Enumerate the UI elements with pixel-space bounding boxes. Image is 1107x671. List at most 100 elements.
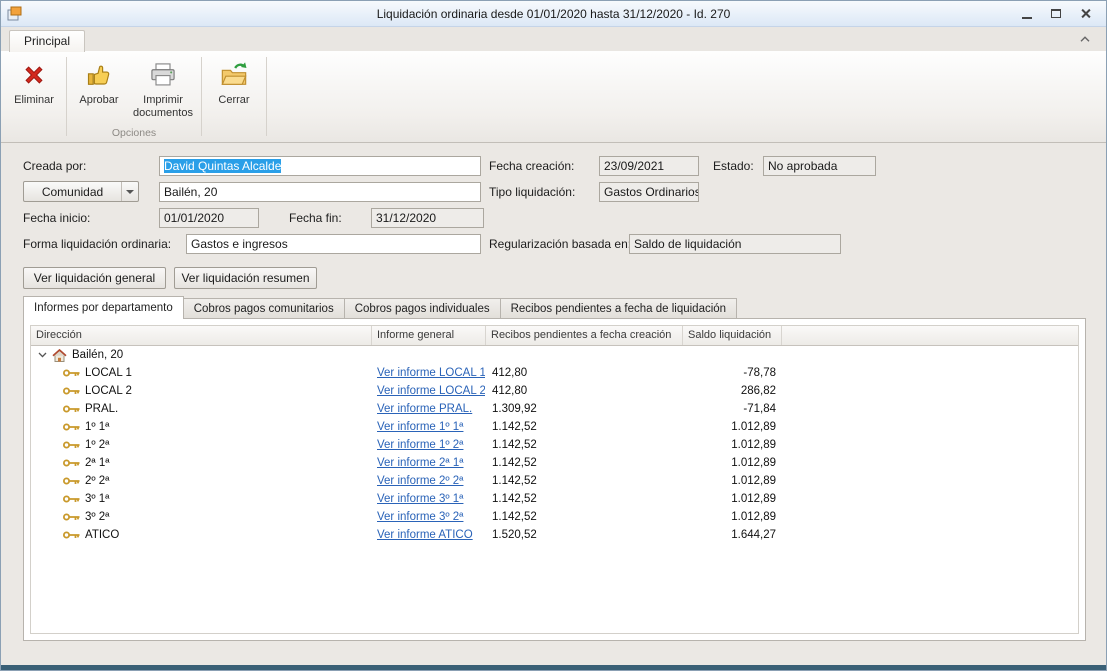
key-icon bbox=[63, 422, 80, 432]
ver-informe-link[interactable]: Ver informe PRAL. bbox=[377, 403, 472, 415]
client-area: Creada por: David Quintas Alcalde Fecha … bbox=[1, 143, 1106, 665]
window-title: Liquidación ordinaria desde 01/01/2020 h… bbox=[1, 7, 1106, 21]
fecha-fin-field[interactable]: 31/12/2020 bbox=[371, 208, 484, 228]
imprimir-documentos-label: Imprimir documentos bbox=[128, 94, 198, 119]
restore-icon bbox=[1051, 9, 1061, 18]
department-label: LOCAL 1 bbox=[85, 367, 132, 379]
table-row[interactable]: ATICO Ver informe ATICO 1.520,52 1.644,2… bbox=[31, 526, 1078, 544]
table-row[interactable]: 3º 1ª Ver informe 3º 1ª 1.142,52 1.012,8… bbox=[31, 490, 1078, 508]
building-icon bbox=[52, 349, 67, 362]
comunidad-button[interactable]: Comunidad bbox=[23, 181, 139, 202]
ribbon: Eliminar Aprobar Imprimir documentos bbox=[1, 51, 1106, 143]
department-label: 2º 2ª bbox=[85, 475, 109, 487]
delete-icon bbox=[20, 59, 48, 91]
approve-thumbs-up-icon bbox=[85, 59, 113, 91]
column-saldo-liquidacion[interactable]: Saldo liquidación bbox=[683, 326, 782, 345]
estado-field[interactable]: No aprobada bbox=[763, 156, 876, 176]
key-icon bbox=[63, 404, 80, 414]
key-icon bbox=[63, 530, 80, 540]
recibos-value: 1.142,52 bbox=[486, 439, 683, 451]
ver-informe-link[interactable]: Ver informe 3º 1ª bbox=[377, 493, 463, 505]
ver-informe-link[interactable]: Ver informe 1º 2ª bbox=[377, 439, 463, 451]
eliminar-button[interactable]: Eliminar bbox=[5, 53, 63, 127]
table-row[interactable]: 1º 2ª Ver informe 1º 2ª 1.142,52 1.012,8… bbox=[31, 436, 1078, 454]
detail-panel: Dirección Informe general Recibos pendie… bbox=[23, 318, 1086, 641]
table-row[interactable]: 2º 2ª Ver informe 2º 2ª 1.142,52 1.012,8… bbox=[31, 472, 1078, 490]
ver-informe-link[interactable]: Ver informe 2ª 1ª bbox=[377, 457, 464, 469]
regularizacion-label: Regularización basada en: bbox=[489, 234, 631, 254]
table-row[interactable]: 1º 1ª Ver informe 1º 1ª 1.142,52 1.012,8… bbox=[31, 418, 1078, 436]
table-row[interactable]: 3º 2ª Ver informe 3º 2ª 1.142,52 1.012,8… bbox=[31, 508, 1078, 526]
tab-cobros-pagos-individuales[interactable]: Cobros pagos individuales bbox=[344, 298, 501, 319]
forma-liquidacion-label: Forma liquidación ordinaria: bbox=[23, 234, 171, 254]
ribbon-collapse-button[interactable] bbox=[1074, 32, 1096, 47]
tab-cobros-pagos-comunitarios[interactable]: Cobros pagos comunitarios bbox=[183, 298, 345, 319]
comunidad-dropdown[interactable] bbox=[121, 182, 138, 201]
column-direccion[interactable]: Dirección bbox=[31, 326, 372, 345]
aprobar-button[interactable]: Aprobar bbox=[70, 53, 128, 127]
ver-informe-link[interactable]: Ver informe LOCAL 1 bbox=[377, 367, 486, 379]
department-label: 1º 2ª bbox=[85, 439, 109, 451]
table-row[interactable]: PRAL. Ver informe PRAL. 1.309,92 -71,84 bbox=[31, 400, 1078, 418]
table-row[interactable]: 2ª 1ª Ver informe 2ª 1ª 1.142,52 1.012,8… bbox=[31, 454, 1078, 472]
creada-por-field[interactable]: David Quintas Alcalde bbox=[159, 156, 481, 176]
recibos-value: 1.520,52 bbox=[486, 529, 683, 541]
tab-informes-por-departamento[interactable]: Informes por departamento bbox=[23, 296, 184, 319]
recibos-value: 1.142,52 bbox=[486, 421, 683, 433]
cerrar-label: Cerrar bbox=[218, 94, 249, 107]
ver-liquidacion-general-button[interactable]: Ver liquidación general bbox=[23, 267, 166, 289]
ver-informe-link[interactable]: Ver informe LOCAL 2 bbox=[377, 385, 486, 397]
creada-por-label: Creada por: bbox=[23, 156, 86, 176]
key-icon bbox=[63, 440, 80, 450]
expand-chevron-icon[interactable] bbox=[38, 352, 47, 358]
eliminar-label: Eliminar bbox=[14, 94, 54, 107]
saldo-value: 1.012,89 bbox=[683, 511, 782, 523]
comunidad-field[interactable]: Bailén, 20 bbox=[159, 182, 481, 202]
creada-por-value: David Quintas Alcalde bbox=[164, 159, 281, 173]
regularizacion-field[interactable]: Saldo de liquidación bbox=[629, 234, 841, 254]
tipo-liquidacion-field[interactable]: Gastos Ordinarios bbox=[599, 182, 699, 202]
saldo-value: 1.012,89 bbox=[683, 439, 782, 451]
recibos-value: 412,80 bbox=[486, 385, 683, 397]
tab-recibos-pendientes[interactable]: Recibos pendientes a fecha de liquidació… bbox=[500, 298, 737, 319]
table-row[interactable]: LOCAL 2 Ver informe LOCAL 2 412,80 286,8… bbox=[31, 382, 1078, 400]
key-icon bbox=[63, 368, 80, 378]
close-icon bbox=[1080, 8, 1091, 19]
column-informe-general[interactable]: Informe general bbox=[372, 326, 486, 345]
close-button[interactable] bbox=[1072, 5, 1098, 23]
ribbon-separator bbox=[266, 57, 267, 136]
ver-informe-link[interactable]: Ver informe 2º 2ª bbox=[377, 475, 463, 487]
tipo-liquidacion-label: Tipo liquidación: bbox=[489, 182, 575, 202]
saldo-value: -78,78 bbox=[683, 367, 782, 379]
titlebar: Liquidación ordinaria desde 01/01/2020 h… bbox=[1, 1, 1106, 27]
department-label: 2ª 1ª bbox=[85, 457, 110, 469]
ribbon-group-opciones: Aprobar Imprimir documentos Opciones bbox=[70, 53, 198, 142]
recibos-value: 412,80 bbox=[486, 367, 683, 379]
recibos-value: 1.142,52 bbox=[486, 475, 683, 487]
fecha-inicio-field[interactable]: 01/01/2020 bbox=[159, 208, 259, 228]
ver-informe-link[interactable]: Ver informe 3º 2ª bbox=[377, 511, 463, 523]
recibos-value: 1.142,52 bbox=[486, 457, 683, 469]
chevron-down-icon bbox=[126, 190, 134, 194]
cerrar-button[interactable]: Cerrar bbox=[205, 53, 263, 127]
fecha-creacion-field[interactable]: 23/09/2021 bbox=[599, 156, 699, 176]
department-label: 3º 2ª bbox=[85, 511, 109, 523]
key-icon bbox=[63, 386, 80, 396]
saldo-value: 1.012,89 bbox=[683, 493, 782, 505]
saldo-value: 1.012,89 bbox=[683, 475, 782, 487]
ver-liquidacion-resumen-button[interactable]: Ver liquidación resumen bbox=[174, 267, 317, 289]
close-folder-icon bbox=[220, 59, 248, 91]
ribbon-tab-strip: Principal bbox=[1, 27, 1106, 51]
detail-tab-strip: Informes por departamento Cobros pagos c… bbox=[23, 296, 737, 319]
ver-informe-link[interactable]: Ver informe ATICO bbox=[377, 529, 473, 541]
restore-button[interactable] bbox=[1043, 5, 1069, 23]
group-row[interactable]: Bailén, 20 bbox=[31, 346, 1078, 364]
minimize-button[interactable] bbox=[1014, 5, 1040, 23]
tab-principal[interactable]: Principal bbox=[9, 30, 85, 52]
imprimir-documentos-button[interactable]: Imprimir documentos bbox=[128, 53, 198, 127]
table-row[interactable]: LOCAL 1 Ver informe LOCAL 1 412,80 -78,7… bbox=[31, 364, 1078, 382]
ver-informe-link[interactable]: Ver informe 1º 1ª bbox=[377, 421, 463, 433]
column-recibos-pendientes[interactable]: Recibos pendientes a fecha creación bbox=[486, 326, 683, 345]
forma-liquidacion-field[interactable]: Gastos e ingresos bbox=[186, 234, 481, 254]
recibos-value: 1.142,52 bbox=[486, 493, 683, 505]
